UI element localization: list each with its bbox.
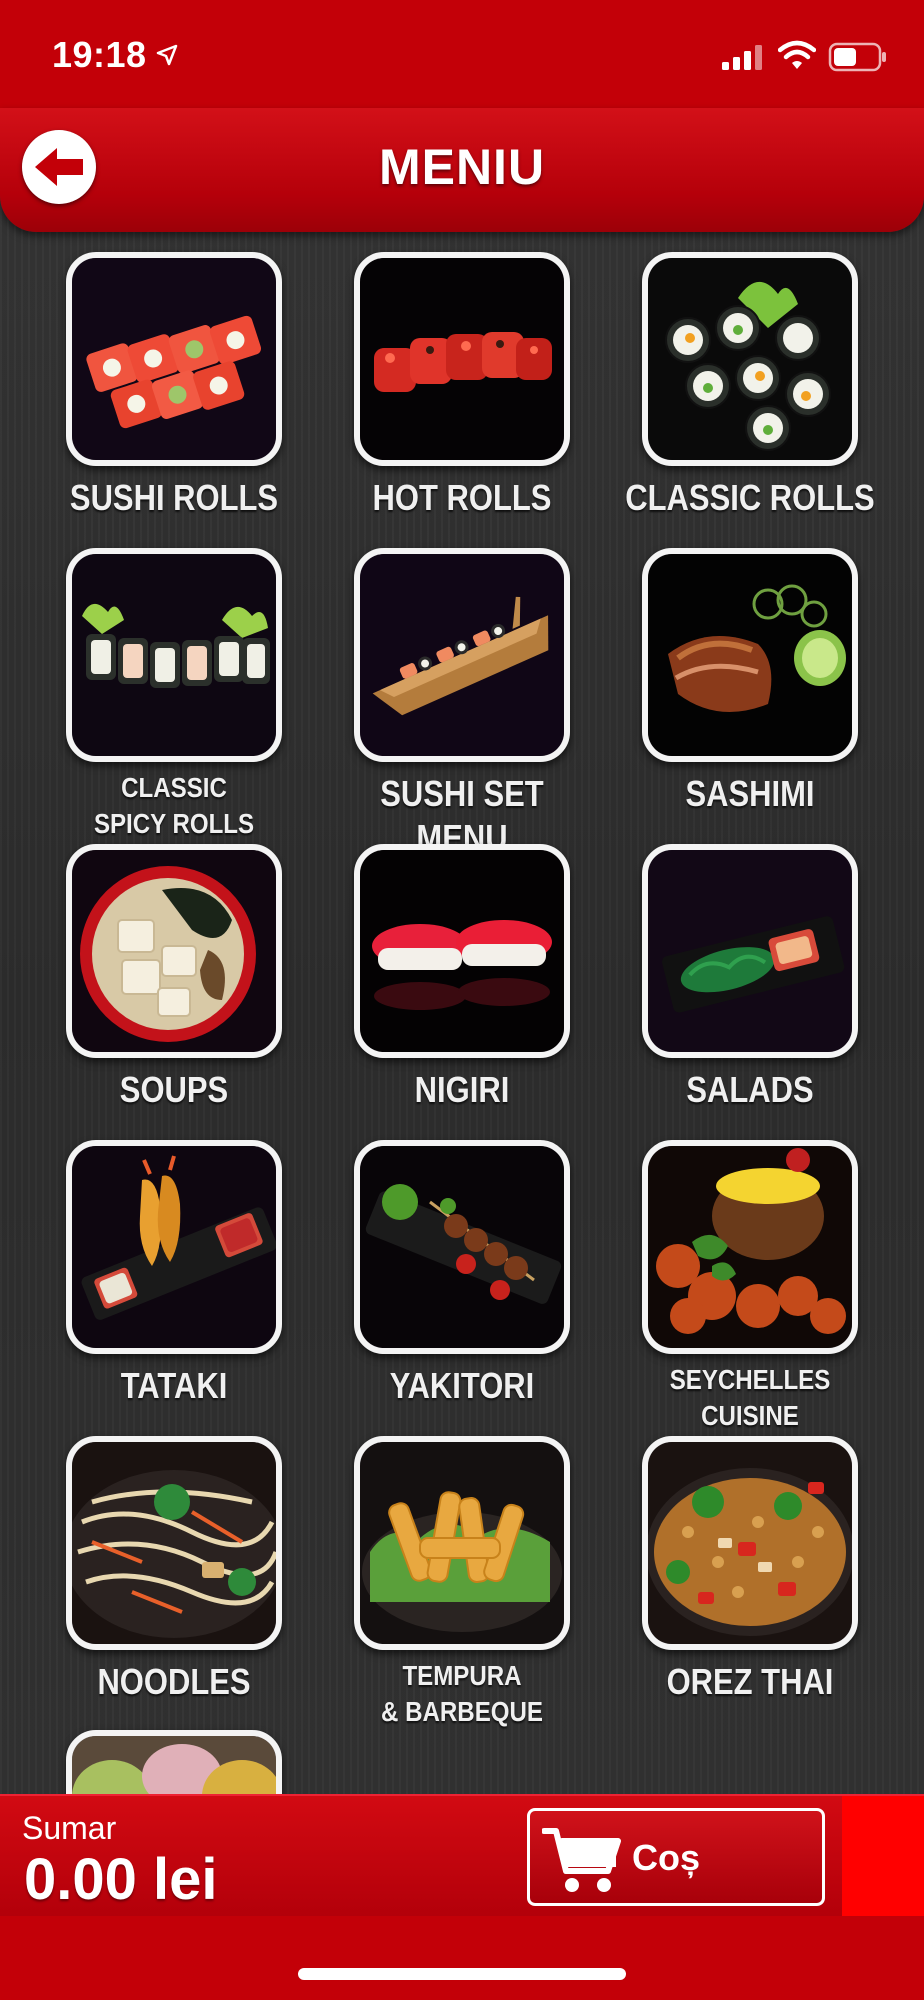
- location-arrow-icon: [156, 44, 178, 66]
- category-label: YAKITORI: [389, 1365, 535, 1406]
- category-label-line1: CLASSIC: [121, 772, 227, 803]
- category-label-line1: SEYCHELLES: [669, 1364, 831, 1395]
- yakitori-image: [354, 1140, 570, 1354]
- nigiri-image: [354, 844, 570, 1058]
- shopping-cart-icon: [542, 1828, 621, 1892]
- sushi-set-menu-image: [354, 548, 570, 762]
- noodles-image: [66, 1436, 282, 1650]
- summary-label: Sumar: [22, 1810, 117, 1846]
- category-label: CLASSIC SPICY ROLLS: [47, 770, 302, 842]
- classic-spicy-rolls-image: [66, 548, 282, 762]
- category-nigiri[interactable]: NIGIRI: [354, 844, 570, 1110]
- tempura-barbeque-image: [354, 1436, 570, 1650]
- category-tempura-barbeque[interactable]: TEMPURA & BARBEQUE: [354, 1436, 570, 1727]
- home-indicator[interactable]: [298, 1968, 626, 1980]
- sashimi-image: [642, 548, 858, 762]
- category-seychelles-cuisine[interactable]: SEYCHELLES CUISINE: [642, 1140, 858, 1431]
- category-label: SASHIMI: [685, 773, 815, 814]
- header-bar: MENIU: [0, 108, 924, 232]
- category-tataki[interactable]: TATAKI: [66, 1140, 282, 1406]
- category-yakitori[interactable]: YAKITORI: [354, 1140, 570, 1406]
- status-time: 19:18: [52, 34, 147, 75]
- category-label-line1: TEMPURA: [402, 1660, 522, 1691]
- summary-bar: Sumar 0.00 lei Coș: [0, 1794, 924, 1918]
- page-title: MENIU: [378, 139, 546, 195]
- category-noodles[interactable]: NOODLES: [66, 1436, 282, 1702]
- summary-total: 0.00 lei: [24, 1847, 218, 1912]
- soups-image: [66, 844, 282, 1058]
- seychelles-cuisine-image: [642, 1140, 858, 1354]
- category-soups[interactable]: SOUPS: [66, 844, 282, 1110]
- cart-label: Coș: [632, 1837, 701, 1878]
- category-label: HOT ROLLS: [372, 477, 552, 518]
- category-label: OREZ THAI: [666, 1661, 834, 1702]
- category-salads[interactable]: SALADS: [642, 844, 858, 1110]
- cellular-signal-icon: [722, 45, 762, 70]
- sushi-rolls-image: [66, 252, 282, 466]
- category-label: NOODLES: [97, 1661, 251, 1702]
- category-label-line2: & BARBEQUE: [381, 1696, 543, 1727]
- category-label-line2: SPICY ROLLS: [93, 808, 255, 839]
- status-bar: 19:18: [0, 0, 924, 110]
- bottom-safe-area: [0, 1916, 924, 2000]
- category-sushi-set-menu[interactable]: SUSHI SET MENU: [354, 548, 570, 858]
- cart-button[interactable]: Coș: [527, 1808, 825, 1906]
- category-classic-rolls[interactable]: CLASSIC ROLLS: [625, 252, 875, 518]
- category-sushi-rolls[interactable]: SUSHI ROLLS: [66, 252, 282, 518]
- category-orez-thai[interactable]: OREZ THAI: [642, 1436, 858, 1702]
- battery-icon: [828, 42, 886, 72]
- category-label: SUSHI ROLLS: [69, 477, 279, 518]
- category-label-line2: CUISINE: [701, 1400, 799, 1431]
- category-hot-rolls[interactable]: HOT ROLLS: [354, 252, 570, 518]
- category-label: TATAKI: [120, 1365, 228, 1406]
- category-label: SOUPS: [119, 1069, 229, 1110]
- category-label: SEYCHELLES CUISINE: [623, 1362, 878, 1434]
- category-label: TEMPURA & BARBEQUE: [335, 1658, 590, 1730]
- category-label: CLASSIC ROLLS: [625, 477, 875, 518]
- accent-block: [842, 1796, 924, 1918]
- tataki-image: [66, 1140, 282, 1354]
- category-label: SALADS: [686, 1069, 814, 1110]
- hot-rolls-image: [354, 252, 570, 466]
- classic-rolls-image: [642, 252, 858, 466]
- wifi-icon: [778, 40, 816, 69]
- category-label: NIGIRI: [414, 1069, 510, 1110]
- category-sashimi[interactable]: SASHIMI: [642, 548, 858, 814]
- orez-thai-image: [642, 1436, 858, 1650]
- salads-image: [642, 844, 858, 1058]
- category-classic-spicy-rolls[interactable]: CLASSIC SPICY ROLLS: [66, 548, 282, 839]
